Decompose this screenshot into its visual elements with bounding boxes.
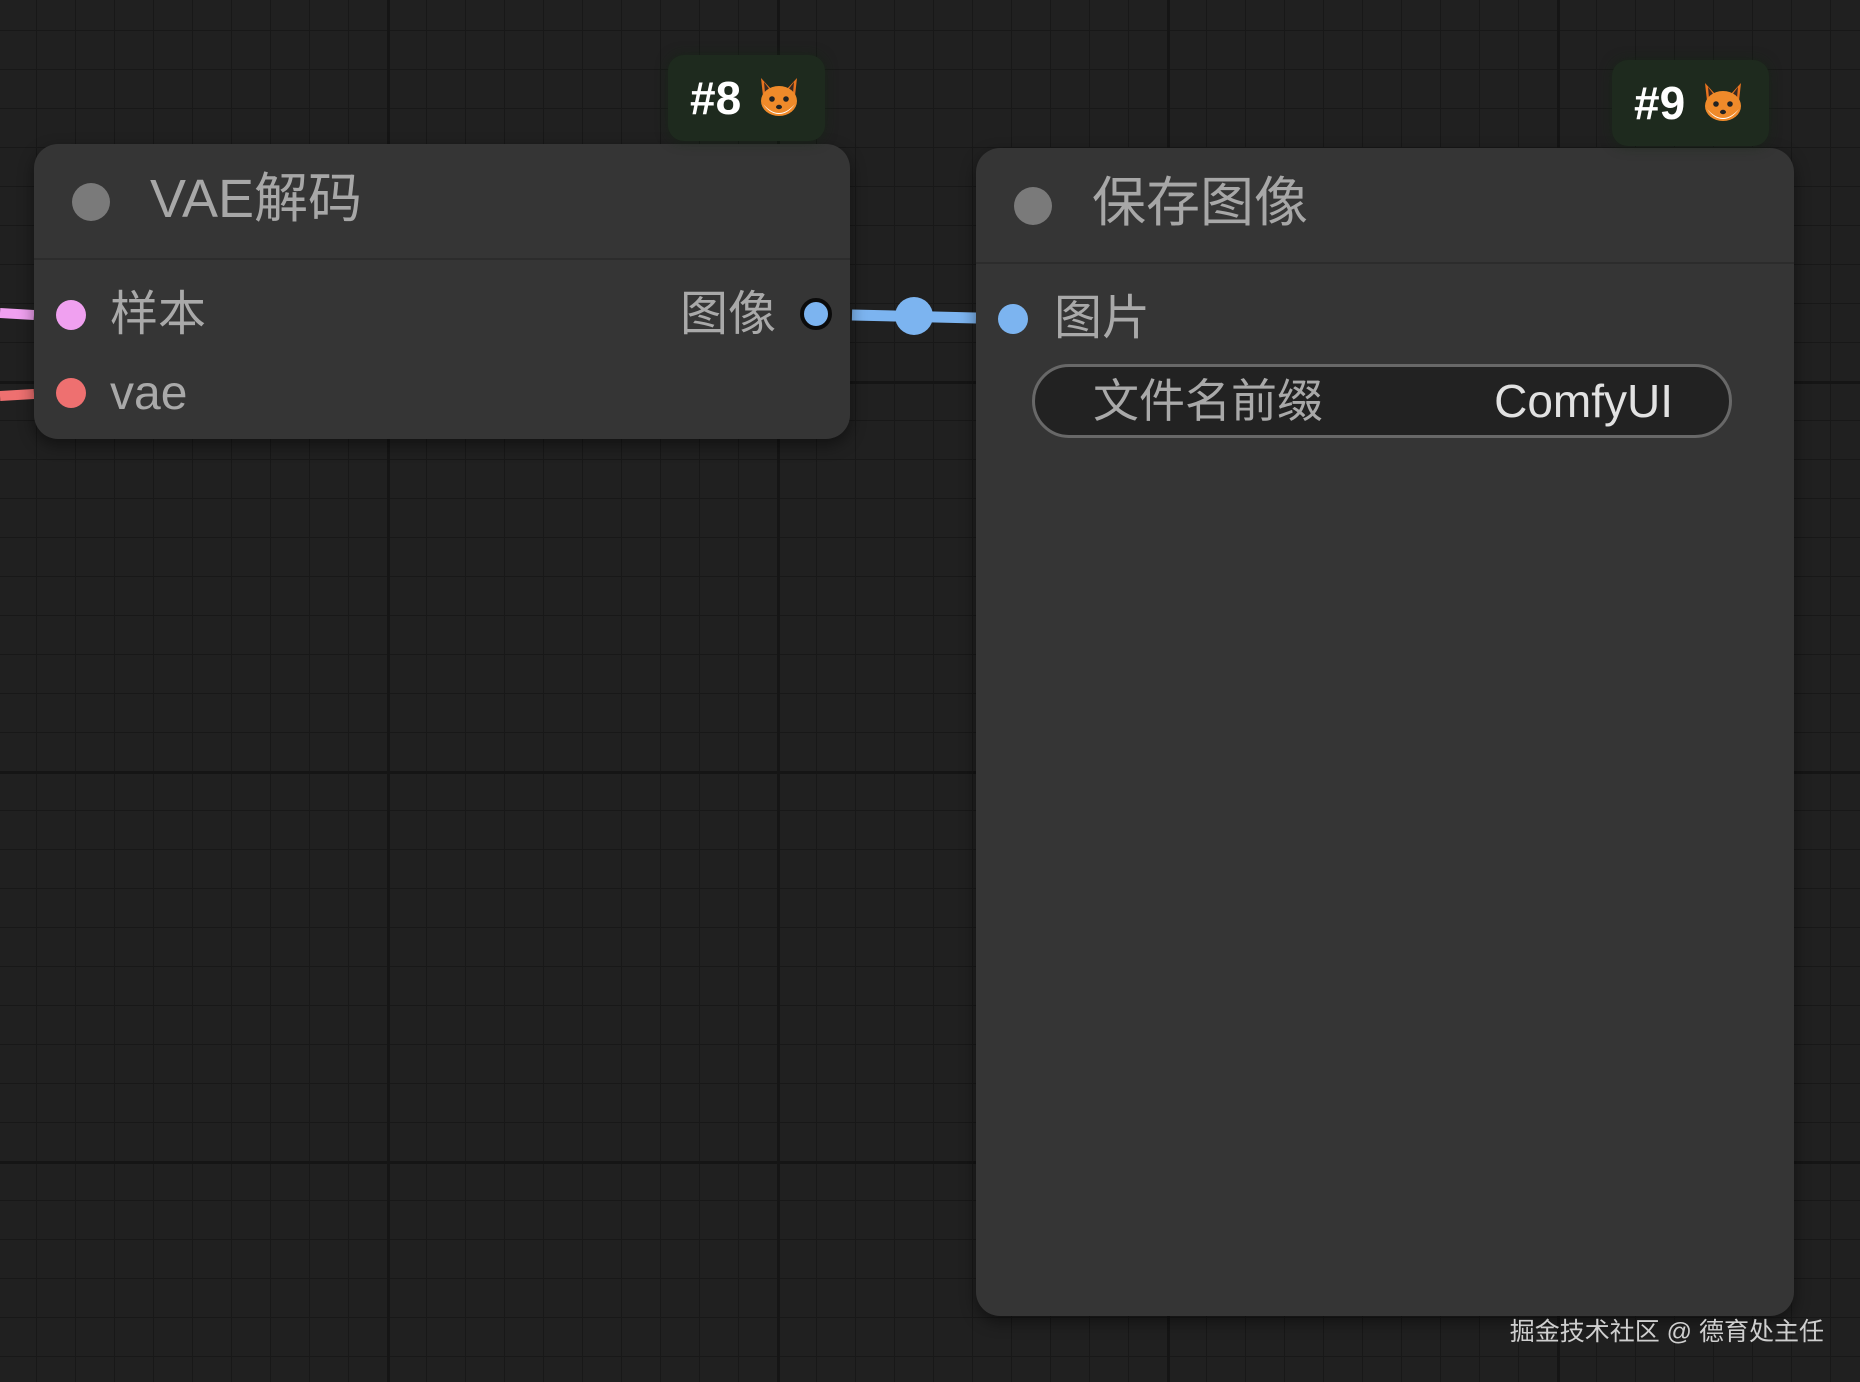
input-slot-samples[interactable]: [56, 300, 86, 330]
save-image-node[interactable]: 保存图像 图片 文件名前缀 ComfyUI: [976, 148, 1794, 1316]
fox-icon: [761, 78, 798, 116]
node-8-badge: #8: [668, 55, 826, 141]
watermark: 掘金技术社区 @ 德育处主任: [1509, 1318, 1824, 1346]
output-label-image: 图像: [679, 288, 776, 341]
input-label-samples: 样本: [110, 288, 207, 341]
node-title: 保存图像: [1092, 173, 1308, 233]
filename-prefix-field[interactable]: 文件名前缀 ComfyUI: [1032, 364, 1732, 438]
filename-prefix-value[interactable]: ComfyUI: [1494, 375, 1673, 427]
node-9-badge: #9: [1612, 60, 1770, 146]
output-slot-image[interactable]: [800, 298, 832, 330]
node-8-id: #8: [690, 72, 742, 124]
link-vae-wire[interactable]: [0, 389, 35, 401]
node-title: VAE解码: [150, 169, 363, 229]
node-9-id: #9: [1634, 77, 1686, 129]
vae-decode-node[interactable]: VAE解码 样本 vae 图像: [34, 144, 850, 439]
link-midpoint-handle[interactable]: [895, 297, 933, 335]
node-header[interactable]: 保存图像: [976, 148, 1794, 264]
input-label-vae: vae: [110, 367, 188, 420]
collapse-toggle[interactable]: [1014, 187, 1052, 225]
filename-prefix-label: 文件名前缀: [1093, 375, 1323, 427]
input-slot-vae[interactable]: [56, 378, 86, 408]
node-header[interactable]: VAE解码: [34, 144, 850, 260]
link-latent-wire[interactable]: [0, 308, 35, 320]
collapse-toggle[interactable]: [72, 183, 110, 221]
input-label-images: 图片: [1054, 292, 1151, 345]
fox-icon: [1705, 83, 1742, 121]
input-slot-images[interactable]: [998, 304, 1028, 334]
